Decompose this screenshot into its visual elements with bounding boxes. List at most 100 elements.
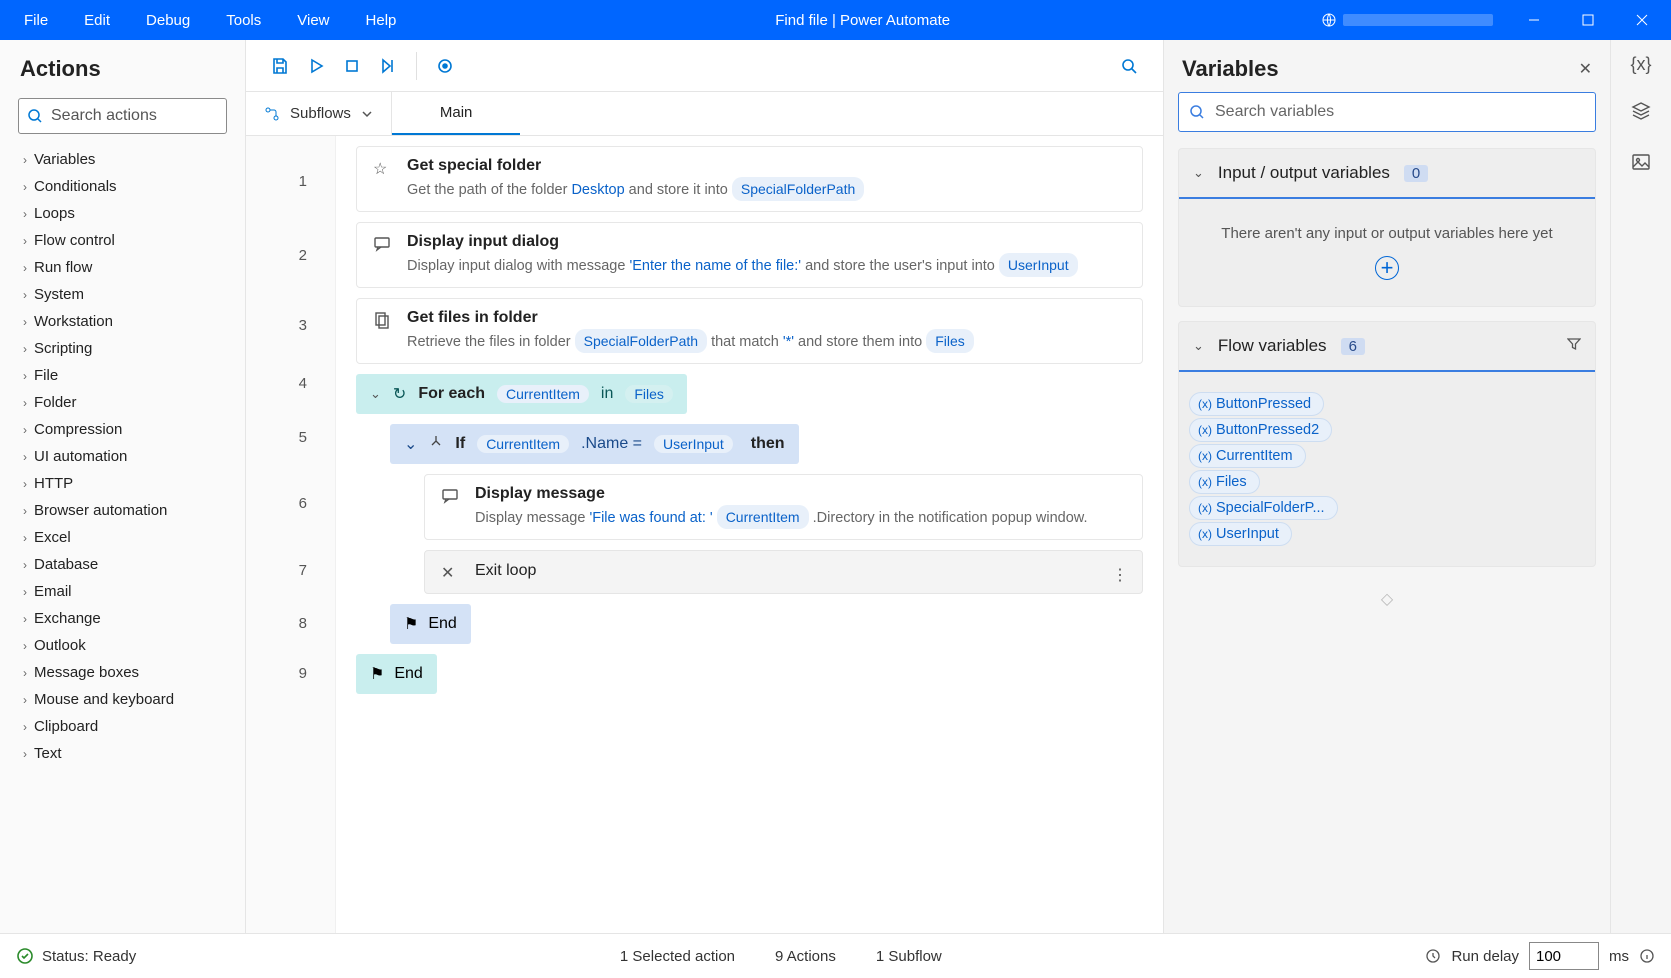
action-category[interactable]: ›Exchange (4, 605, 245, 632)
title-bar: File Edit Debug Tools View Help Find fil… (0, 0, 1671, 40)
status-selected: 1 Selected action (620, 948, 735, 965)
actions-category-list[interactable]: ›Variables›Conditionals›Loops›Flow contr… (0, 146, 245, 933)
action-category[interactable]: ›Browser automation (4, 497, 245, 524)
info-icon[interactable] (1639, 948, 1655, 964)
action-category[interactable]: ›UI automation (4, 443, 245, 470)
variables-rail-icon[interactable]: {x} (1630, 54, 1651, 75)
chevron-right-icon: › (16, 639, 34, 653)
action-category[interactable]: ›Excel (4, 524, 245, 551)
close-button[interactable] (1619, 0, 1665, 40)
action-category[interactable]: ›HTTP (4, 470, 245, 497)
variables-pane: Variables ✕ Search variables ⌄ Input / o… (1164, 40, 1611, 933)
action-category[interactable]: ›Database (4, 551, 245, 578)
step-if[interactable]: ⌄ If CurrentItem .Name = UserInput then (390, 424, 799, 464)
var-chip[interactable]: (x) ButtonPressed (1189, 392, 1324, 416)
files-icon (373, 309, 393, 353)
close-icon: ✕ (441, 561, 461, 583)
add-io-variable-button[interactable]: + (1375, 256, 1399, 280)
action-category[interactable]: ›Folder (4, 389, 245, 416)
maximize-button[interactable] (1565, 0, 1611, 40)
dialog-icon (373, 233, 393, 277)
var-chip[interactable]: (x) SpecialFolderP... (1189, 496, 1338, 520)
var-chip[interactable]: (x) UserInput (1189, 522, 1292, 546)
step-end-if[interactable]: ⚑ End (390, 604, 471, 644)
var-pill: Files (926, 329, 974, 353)
menu-edit[interactable]: Edit (66, 12, 128, 29)
line-number: 5 (246, 410, 335, 464)
layers-rail-icon[interactable] (1631, 101, 1651, 126)
menu-debug[interactable]: Debug (128, 12, 208, 29)
action-category[interactable]: ›Run flow (4, 254, 245, 281)
action-category[interactable]: ›Conditionals (4, 173, 245, 200)
io-section-header[interactable]: ⌄ Input / output variables 0 (1179, 149, 1595, 199)
action-category[interactable]: ›Compression (4, 416, 245, 443)
step-display-message[interactable]: Display message Display message 'File wa… (424, 474, 1143, 540)
action-category[interactable]: ›File (4, 362, 245, 389)
flow-variable[interactable]: (x) Files (1189, 470, 1585, 488)
action-category[interactable]: ›Flow control (4, 227, 245, 254)
var-pill: CurrentItem (477, 435, 569, 453)
line-number: 3 (246, 294, 335, 356)
end-label: End (428, 615, 456, 633)
action-category[interactable]: ›Loops (4, 200, 245, 227)
minimize-button[interactable] (1511, 0, 1557, 40)
search-variables-input[interactable]: Search variables (1178, 92, 1596, 132)
action-category[interactable]: ›Workstation (4, 308, 245, 335)
action-category[interactable]: ›Scripting (4, 335, 245, 362)
flow-variable[interactable]: (x) ButtonPressed2 (1189, 418, 1585, 436)
menu-file[interactable]: File (6, 12, 66, 29)
step-button[interactable] (370, 48, 406, 84)
flow-variable[interactable]: (x) SpecialFolderP... (1189, 496, 1585, 514)
step-get-special-folder[interactable]: ☆ Get special folder Get the path of the… (356, 146, 1143, 212)
action-category[interactable]: ›Message boxes (4, 659, 245, 686)
save-button[interactable] (262, 48, 298, 84)
action-category[interactable]: ›Variables (4, 146, 245, 173)
step-exit-loop[interactable]: ✕ Exit loop ⋮ (424, 550, 1143, 594)
menu-help[interactable]: Help (348, 12, 415, 29)
run-button[interactable] (298, 48, 334, 84)
status-text: Status: Ready (42, 948, 136, 965)
step-get-files-in-folder[interactable]: Get files in folder Retrieve the files i… (356, 298, 1143, 364)
chevron-right-icon: › (16, 585, 34, 599)
step-for-each[interactable]: ⌄ ↻ For each CurrentItem in Files (356, 374, 687, 414)
var-chip[interactable]: (x) ButtonPressed2 (1189, 418, 1332, 442)
stop-button[interactable] (334, 48, 370, 84)
step-display-input-dialog[interactable]: Display input dialog Display input dialo… (356, 222, 1143, 288)
flow-section-header[interactable]: ⌄ Flow variables 6 (1179, 322, 1595, 372)
clear-values-icon[interactable]: ◇ (1178, 581, 1596, 609)
var-chip[interactable]: (x) CurrentItem (1189, 444, 1306, 468)
action-category[interactable]: ›Text (4, 740, 245, 767)
collapse-icon[interactable]: ⌄ (370, 386, 381, 402)
var-chip[interactable]: (x) Files (1189, 470, 1260, 494)
action-category[interactable]: ›Mouse and keyboard (4, 686, 245, 713)
subflows-dropdown[interactable]: Subflows (246, 92, 392, 135)
environment-badge[interactable] (1311, 12, 1503, 28)
menu-view[interactable]: View (279, 12, 347, 29)
action-category[interactable]: ›Outlook (4, 632, 245, 659)
step-end-for[interactable]: ⚑ End (356, 654, 437, 694)
menu-tools[interactable]: Tools (208, 12, 279, 29)
step-title: Get special folder (407, 157, 864, 175)
record-button[interactable] (427, 48, 463, 84)
flow-title: Flow variables (1218, 336, 1327, 356)
more-menu-icon[interactable]: ⋮ (1112, 565, 1128, 585)
delay-input[interactable] (1529, 942, 1599, 970)
action-category[interactable]: ›Clipboard (4, 713, 245, 740)
status-bar: Status: Ready 1 Selected action 9 Action… (0, 933, 1671, 978)
flow-variable[interactable]: (x) CurrentItem (1189, 444, 1585, 462)
flow-variable[interactable]: (x) UserInput (1189, 522, 1585, 540)
var-pill: CurrentItem (497, 385, 589, 403)
flow-variable[interactable]: (x) ButtonPressed (1189, 392, 1585, 410)
chevron-right-icon: › (16, 396, 34, 410)
action-category[interactable]: ›Email (4, 578, 245, 605)
filter-icon[interactable] (1567, 337, 1581, 356)
collapse-icon[interactable]: ⌄ (404, 434, 417, 454)
images-rail-icon[interactable] (1631, 152, 1651, 177)
action-category[interactable]: ›System (4, 281, 245, 308)
star-icon: ☆ (373, 157, 393, 201)
close-icon[interactable]: ✕ (1579, 59, 1592, 79)
search-flow-button[interactable] (1111, 48, 1147, 84)
search-actions-input[interactable]: Search actions (18, 98, 227, 134)
right-rail: {x} (1611, 40, 1671, 933)
tab-main[interactable]: Main (392, 92, 521, 135)
